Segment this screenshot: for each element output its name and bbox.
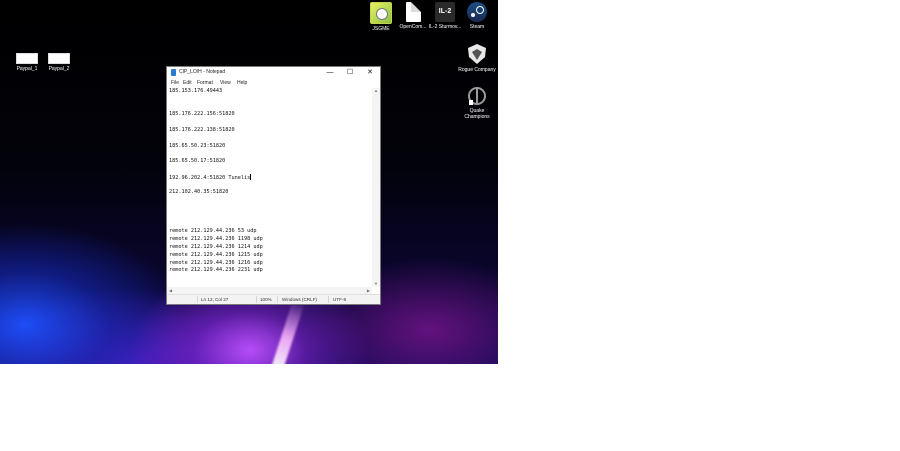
rogue-company-icon [466,43,488,65]
text-line: 185.65.50.17:51820 [169,158,226,165]
window-title: CIP_LO/H - Notepad [179,69,226,75]
text-line: 192.96.202.4:51820 Tunelis [169,173,251,181]
text-line [169,166,372,174]
menu-view[interactable]: View [220,80,231,87]
desktop-icon-label: Paypal_2 [48,66,70,72]
text-line [169,182,372,190]
wallpaper-light-streak [271,299,305,364]
status-divider [277,296,278,303]
text-cursor [250,173,251,180]
menu-format[interactable]: Format [197,80,213,87]
text-line: 185.176.222.156:51820 [169,111,235,118]
il2-game-icon: IL-2 [435,2,455,22]
status-bar: Ln 12, Col 27 100% Windows (CRLF) UTF-8 [167,294,380,304]
vertical-scrollbar[interactable]: ▲ ▼ [372,88,380,287]
desktop-icon-paypal-2[interactable]: Paypal_2 [39,53,79,72]
encoding: UTF-8 [333,297,347,302]
text-line [169,104,372,112]
text-line [169,119,372,127]
desktop: Paypal_1 Paypal_2 JSGME OpenCom... IL-2 … [0,0,498,364]
status-divider [256,296,257,303]
text-line [169,221,372,229]
text-line: remote 212.129.44.236 1198 udp [169,236,263,243]
menu-help[interactable]: Help [237,80,247,87]
text-line [169,135,372,143]
text-line: 185.65.50.23:51820 [169,142,226,149]
minimize-button[interactable]: — [320,67,340,78]
status-divider [197,296,198,303]
cursor-position: Ln 12, Col 27 [201,297,229,302]
file-icon [48,53,70,64]
text-line: 212.102.40.35:51820 [169,189,229,196]
desktop-icon-steam[interactable]: Steam [457,2,497,30]
menu-edit[interactable]: Edit [183,80,192,87]
status-divider [328,296,329,303]
quake-champions-icon [467,86,487,106]
text-line: remote 212.129.44.236 1214 udp [169,243,263,250]
text-line: 185.176.222.138:51820 [169,126,235,133]
maximize-button[interactable]: ☐ [340,67,360,78]
close-button[interactable]: ✕ [360,67,380,78]
desktop-icon-label: Rogue Company [458,67,496,73]
text-line: 185.153.176.49443 [169,88,223,94]
line-ending: Windows (CRLF) [282,297,317,302]
text-line [169,197,372,205]
menu-bar: File Edit Format View Help [167,79,380,88]
text-line [169,96,372,104]
desktop-icon-label: Steam [469,24,485,30]
title-bar[interactable]: CIP_LO/H - Notepad — ☐ ✕ [167,67,380,79]
notepad-icon [171,69,176,76]
text-line [169,213,372,221]
desktop-icon-label: Quake Champions [464,108,490,120]
text-line: remote 212.129.44.236 2231 udp [169,267,263,274]
text-line: remote 212.129.44.236 1215 udp [169,251,263,258]
document-icon [405,2,421,22]
notepad-window[interactable]: CIP_LO/H - Notepad — ☐ ✕ File Edit Forma… [166,66,381,305]
scroll-up-icon[interactable]: ▲ [372,88,380,94]
zoom-level: 100% [260,297,272,302]
text-line [169,205,372,213]
text-editor[interactable]: 185.153.176.49443 185.176.222.156:51820 18… [168,88,372,287]
desktop-icon-rogue-company[interactable]: Rogue Company [457,43,497,73]
menu-file[interactable]: File [171,80,179,87]
text-line: remote 212.129.44.236 1216 udp [169,259,263,266]
text-line [169,150,372,158]
jsgme-icon [370,2,392,24]
file-icon [16,53,38,64]
scroll-down-icon[interactable]: ▼ [372,281,380,287]
text-line: remote 212.129.44.236 53 udp [169,228,257,235]
desktop-icon-quake-champions[interactable]: Quake Champions [457,86,497,120]
steam-icon [467,2,487,22]
